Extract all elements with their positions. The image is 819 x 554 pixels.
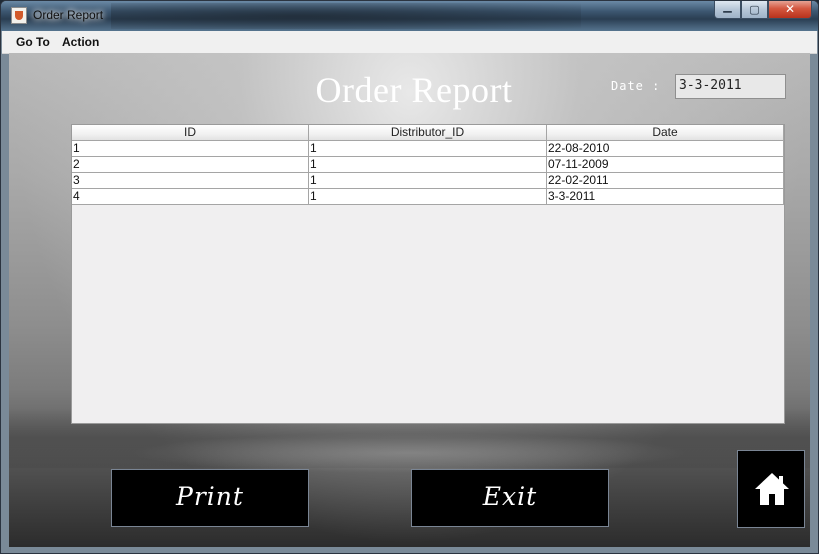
maximize-icon: ▢ [749, 3, 760, 16]
title-bar[interactable]: Order Report ▁ ▢ ✕ [1, 1, 818, 31]
cell-distributor-id[interactable]: 1 [309, 141, 547, 157]
table-row[interactable]: 3 1 22-02-2011 [72, 173, 784, 189]
exit-button-label: Exit [482, 482, 538, 511]
window-title: Order Report [33, 8, 104, 22]
table-row[interactable]: 4 1 3-3-2011 [72, 189, 784, 205]
cell-distributor-id[interactable]: 1 [309, 173, 547, 189]
minimize-icon: ▁ [723, 0, 732, 13]
cell-distributor-id[interactable]: 1 [309, 189, 547, 205]
table-row[interactable]: 2 1 07-11-2009 [72, 157, 784, 173]
cell-id[interactable]: 3 [72, 173, 309, 189]
maximize-button[interactable]: ▢ [741, 1, 768, 19]
background-water-shine [129, 433, 689, 473]
title-bar-background [111, 3, 581, 29]
java-app-icon[interactable] [11, 7, 27, 24]
exit-button[interactable]: Exit [411, 469, 609, 527]
cell-id[interactable]: 4 [72, 189, 309, 205]
table-header: ID Distributor_ID Date [72, 125, 784, 141]
print-button[interactable]: Print [111, 469, 309, 527]
date-label: Date : [611, 79, 661, 93]
orders-table: ID Distributor_ID Date 1 1 22-08-2010 2 … [71, 124, 785, 424]
minimize-button[interactable]: ▁ [714, 1, 741, 19]
date-field[interactable]: 3-3-2011 [675, 74, 786, 99]
close-button[interactable]: ✕ [768, 1, 812, 19]
cell-date[interactable]: 3-3-2011 [547, 189, 784, 205]
column-header-id[interactable]: ID [72, 125, 309, 141]
cell-date[interactable]: 22-08-2010 [547, 141, 784, 157]
column-header-date[interactable]: Date [547, 125, 784, 141]
menu-action[interactable]: Action [62, 35, 99, 49]
cell-date[interactable]: 07-11-2009 [547, 157, 784, 173]
home-button[interactable] [737, 450, 805, 528]
close-icon: ✕ [784, 2, 796, 16]
caption-buttons: ▁ ▢ ✕ [714, 1, 812, 21]
home-icon [755, 473, 789, 505]
report-panel: Order Report Date : 3-3-2011 ID Distribu… [9, 53, 810, 547]
column-header-distributor-id[interactable]: Distributor_ID [309, 125, 547, 141]
application-window: Order Report ▁ ▢ ✕ Go To Action Order Re… [0, 0, 819, 554]
cell-id[interactable]: 1 [72, 141, 309, 157]
print-button-label: Print [176, 482, 244, 511]
cell-date[interactable]: 22-02-2011 [547, 173, 784, 189]
table-row[interactable]: 1 1 22-08-2010 [72, 141, 784, 157]
menu-bar: Go To Action [2, 31, 817, 54]
cell-distributor-id[interactable]: 1 [309, 157, 547, 173]
menu-go-to[interactable]: Go To [16, 35, 50, 49]
cell-id[interactable]: 2 [72, 157, 309, 173]
